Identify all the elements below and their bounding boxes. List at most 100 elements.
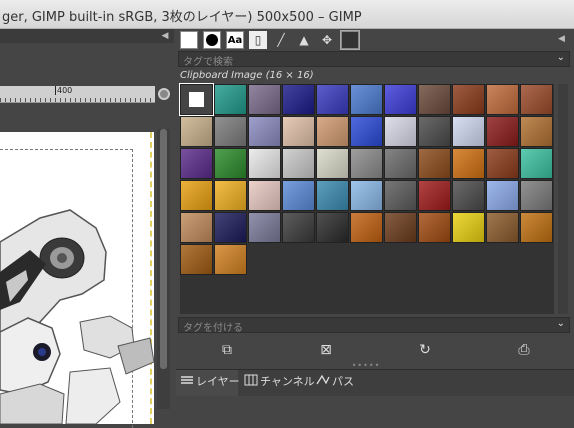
pattern-gray-cloud[interactable]	[282, 148, 315, 179]
dock-tab-strip: Aa ▯ ╱ ▲ ✥ ◀	[176, 29, 574, 51]
robot-image	[0, 209, 154, 424]
fonts-tab[interactable]: Aa	[226, 31, 244, 49]
pattern-blue-dark[interactable]	[282, 84, 315, 115]
patterns-dock: Aa ▯ ╱ ▲ ✥ ◀ タグで検索 ⌄ Clipboard Image (16…	[176, 29, 574, 396]
pattern-blue-tiles[interactable]	[350, 84, 383, 115]
tab-channels[interactable]: チャンネル	[244, 373, 315, 391]
pattern-blue-cube[interactable]	[316, 180, 349, 211]
tab-paths[interactable]: パス	[316, 373, 354, 391]
tag-assign-field[interactable]: タグを付ける ⌄	[178, 317, 570, 334]
pattern-brown-wood[interactable]	[418, 148, 451, 179]
tab-channels-label: チャンネル	[260, 375, 315, 388]
pattern-leopard[interactable]	[520, 116, 553, 147]
brushes-tab[interactable]	[203, 31, 221, 49]
grid-scrollbar[interactable]	[558, 84, 568, 314]
pattern-light-blue[interactable]	[350, 180, 383, 211]
pattern-dark-orange[interactable]	[418, 212, 451, 243]
pattern-stripes[interactable]	[282, 212, 315, 243]
tag-assign-placeholder: タグを付ける	[183, 323, 243, 334]
refresh-patterns-icon[interactable]: ↻	[416, 341, 434, 359]
pattern-wood-red[interactable]	[452, 84, 485, 115]
paintbrush-icon[interactable]: ╱	[272, 31, 290, 49]
pattern-red-wood[interactable]	[486, 116, 519, 147]
vertical-scrollbar[interactable]	[157, 129, 170, 409]
chevron-left-icon[interactable]: ◀	[160, 31, 170, 41]
pattern-black-white[interactable]	[350, 148, 383, 179]
scrollbar-thumb[interactable]	[160, 129, 167, 369]
fg-bg-colors-tab[interactable]	[180, 31, 198, 49]
pattern-orange-wood[interactable]	[452, 148, 485, 179]
pattern-crackle[interactable]	[248, 212, 281, 243]
delete-pattern-icon[interactable]: ⊠	[317, 341, 335, 359]
pattern-lavender[interactable]	[248, 116, 281, 147]
pattern-marble-purple[interactable]	[248, 84, 281, 115]
pattern-blue-electric[interactable]	[350, 116, 383, 147]
pattern-cherry[interactable]	[214, 244, 247, 275]
pattern-white-lines[interactable]	[384, 116, 417, 147]
chevron-down-icon[interactable]: ⌄	[557, 318, 565, 329]
pattern-gray-crack[interactable]	[214, 116, 247, 147]
pattern-orange-crack[interactable]	[316, 116, 349, 147]
image-window: ◀ 400	[0, 29, 174, 428]
pattern-blue-green[interactable]	[520, 148, 553, 179]
horizontal-ruler[interactable]: 400	[0, 86, 155, 103]
pattern-blue-bubbles[interactable]	[282, 180, 315, 211]
white-swatch	[189, 92, 204, 107]
tab-layers[interactable]: レイヤー	[180, 373, 240, 391]
pattern-clipboard-image[interactable]	[179, 83, 214, 116]
pattern-yellow-wood[interactable]	[180, 180, 213, 211]
pattern-grid[interactable]	[179, 83, 554, 314]
pattern-orange-rust[interactable]	[350, 212, 383, 243]
pattern-brown-stone[interactable]	[418, 84, 451, 115]
pattern-turquoise[interactable]	[214, 84, 247, 115]
pattern-light-stone[interactable]	[316, 148, 349, 179]
pattern-purple-dark[interactable]	[180, 148, 213, 179]
pattern-white-marble[interactable]	[248, 148, 281, 179]
navigate-button[interactable]	[158, 88, 170, 100]
duplicate-pattern-icon[interactable]: ⧉	[218, 341, 236, 359]
window-title-bar: ger, GIMP built-in sRGB, 3枚のレイヤー) 500x50…	[0, 0, 574, 29]
pattern-blue-noise[interactable]	[384, 84, 417, 115]
pattern-mosaic[interactable]	[180, 212, 213, 243]
pattern-warning-stripe[interactable]	[452, 212, 485, 243]
tag-search-field[interactable]: タグで検索 ⌄	[178, 51, 570, 68]
pointer-icon[interactable]: ✥	[318, 31, 336, 49]
pattern-yellow-wood-2[interactable]	[214, 180, 247, 211]
pattern-beige-texture[interactable]	[180, 116, 213, 147]
window-title: ger, GIMP built-in sRGB, 3枚のレイヤー) 500x50…	[2, 10, 362, 25]
pattern-gray-rough[interactable]	[520, 180, 553, 211]
pattern-parquet[interactable]	[486, 148, 519, 179]
open-as-image-icon[interactable]: ⎙	[515, 341, 533, 359]
pattern-gray-stone[interactable]	[384, 148, 417, 179]
pattern-oak[interactable]	[180, 244, 213, 275]
pattern-red-blue[interactable]	[418, 180, 451, 211]
image-tab-strip: ◀	[0, 29, 174, 43]
patterns-tab[interactable]	[340, 30, 360, 50]
pattern-orange-texture[interactable]	[486, 84, 519, 115]
image-canvas[interactable]	[0, 132, 154, 428]
pattern-maple[interactable]	[520, 212, 553, 243]
pattern-peach[interactable]	[282, 116, 315, 147]
pattern-gray-circles[interactable]	[384, 180, 417, 211]
pattern-pale-blue[interactable]	[452, 116, 485, 147]
pattern-navy[interactable]	[214, 212, 247, 243]
pattern-dark-stone[interactable]	[418, 116, 451, 147]
selected-pattern-title: Clipboard Image (16 × 16)	[180, 70, 314, 81]
pattern-blue-sky[interactable]	[486, 180, 519, 211]
pattern-skin-texture[interactable]	[520, 84, 553, 115]
pattern-pink-marble[interactable]	[248, 180, 281, 211]
ruler-tick-label: 400	[55, 86, 74, 95]
channels-icon	[244, 374, 258, 386]
layers-dock-tabs: レイヤー チャンネル パス	[176, 369, 574, 396]
panel-menu-icon[interactable]: ◀	[558, 34, 568, 44]
histogram-icon[interactable]: ▲	[295, 31, 313, 49]
pattern-blue-gradient[interactable]	[316, 84, 349, 115]
pattern-brown-dirt[interactable]	[384, 212, 417, 243]
pattern-green-leaves[interactable]	[214, 148, 247, 179]
pattern-ground[interactable]	[452, 180, 485, 211]
layers-icon	[180, 374, 194, 386]
document-icon[interactable]: ▯	[249, 31, 267, 49]
pattern-walnut[interactable]	[486, 212, 519, 243]
chevron-down-icon[interactable]: ⌄	[557, 52, 565, 63]
pattern-dark-stripes[interactable]	[316, 212, 349, 243]
